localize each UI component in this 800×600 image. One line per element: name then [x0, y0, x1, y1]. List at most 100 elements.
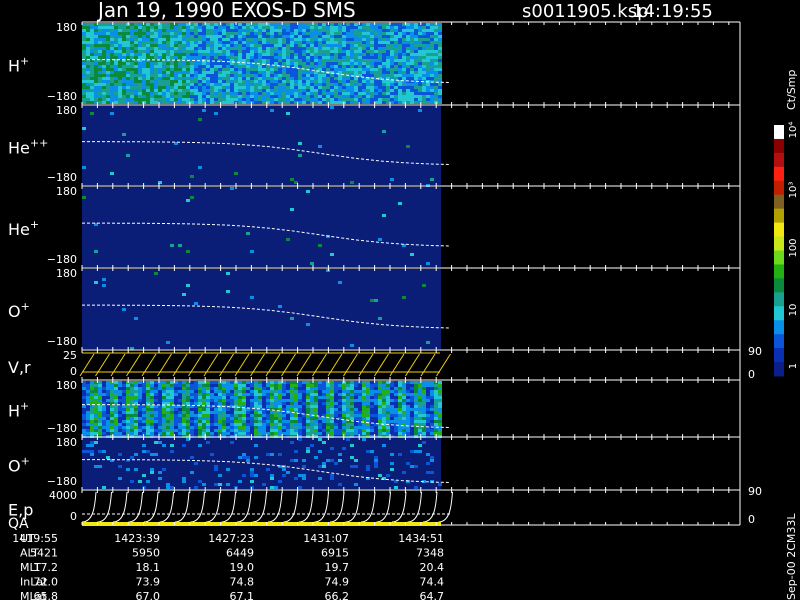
flux-cell [338, 83, 342, 86]
flux-cell [206, 393, 210, 396]
flux-cell [318, 50, 322, 53]
flux-cell [170, 38, 174, 41]
flux-cell [86, 74, 90, 77]
flux-cell [426, 411, 430, 414]
flux-cell [218, 393, 222, 396]
flux-cell [206, 50, 210, 53]
flux-cell [250, 393, 254, 396]
flux-cell [138, 390, 142, 393]
flux-cell [346, 381, 350, 384]
flux-cell [182, 53, 186, 56]
flux-cell [390, 408, 394, 411]
flux-cell [226, 47, 230, 50]
flux-cell [370, 65, 374, 68]
flux-cell [162, 98, 166, 101]
flux-cell [398, 50, 402, 53]
flux-cell [186, 68, 190, 71]
flux-cell [126, 56, 130, 59]
flux-cell [114, 35, 118, 38]
flux-cell [262, 65, 266, 68]
flux-cell [370, 390, 374, 393]
flux-cell [426, 98, 430, 101]
flux-cell [102, 23, 106, 26]
flux-cell [150, 390, 154, 393]
flux-cell [402, 29, 406, 32]
flux-cell [430, 414, 434, 417]
flux-cell [94, 29, 98, 32]
flux-cell [154, 423, 158, 426]
flux-cell [158, 426, 162, 429]
flux-cell [422, 32, 426, 35]
flux-cell [370, 399, 374, 402]
flux-cell [90, 453, 94, 456]
flux-cell [418, 92, 422, 95]
flux-cell [138, 80, 142, 83]
flux-cell [270, 29, 274, 32]
flux-cell [134, 53, 138, 56]
flux-cell [94, 250, 98, 253]
flux-cell [154, 68, 158, 71]
flux-cell [286, 74, 290, 77]
flux-cell [162, 432, 166, 435]
flux-cell [286, 35, 290, 38]
flux-cell [346, 387, 350, 390]
flux-cell [254, 35, 258, 38]
flux-cell [138, 38, 142, 41]
flux-cell [254, 56, 258, 59]
panel-label: H+ [8, 400, 29, 421]
flux-cell [390, 56, 394, 59]
flux-cell [106, 80, 110, 83]
flux-cell [86, 44, 90, 47]
flux-cell [106, 44, 110, 47]
flux-cell [270, 453, 274, 456]
sweep-line [374, 353, 389, 377]
flux-cell [82, 53, 86, 56]
flux-cell [310, 65, 314, 68]
flux-cell [218, 399, 222, 402]
flux-cell [418, 59, 422, 62]
flux-cell [402, 77, 406, 80]
flux-cell [278, 420, 282, 423]
flux-cell [386, 32, 390, 35]
flux-cell [342, 411, 346, 414]
flux-cell [110, 83, 114, 86]
flux-cell [342, 426, 346, 429]
flux-cell [122, 53, 126, 56]
flux-cell [374, 299, 378, 302]
flux-cell [238, 50, 242, 53]
flux-cell [122, 384, 126, 387]
flux-cell [186, 83, 190, 86]
flux-cell [426, 92, 430, 95]
flux-cell [254, 80, 258, 83]
flux-cell [362, 62, 366, 65]
flux-cell [82, 423, 86, 426]
flux-cell [418, 71, 422, 74]
flux-cell [298, 65, 302, 68]
flux-cell [146, 390, 150, 393]
flux-cell [238, 390, 242, 393]
flux-cell [186, 41, 190, 44]
flux-cell [214, 56, 218, 59]
flux-cell [418, 411, 422, 414]
flux-cell [414, 23, 418, 26]
flux-cell [410, 68, 414, 71]
flux-cell [302, 44, 306, 47]
flux-cell [294, 414, 298, 417]
flux-cell [358, 396, 362, 399]
flux-cell [418, 89, 422, 92]
flux-cell [334, 411, 338, 414]
flux-cell [90, 44, 94, 47]
flux-cell [414, 47, 418, 50]
flux-cell [386, 95, 390, 98]
flux-cell [142, 95, 146, 98]
flux-cell [270, 86, 274, 89]
flux-cell [330, 47, 334, 50]
flux-cell [410, 405, 414, 408]
flux-cell [378, 384, 382, 387]
flux-cell [150, 95, 154, 98]
flux-cell [278, 384, 282, 387]
flux-cell [366, 68, 370, 71]
flux-cell [406, 384, 410, 387]
flux-cell [310, 384, 314, 387]
flux-cell [286, 89, 290, 92]
